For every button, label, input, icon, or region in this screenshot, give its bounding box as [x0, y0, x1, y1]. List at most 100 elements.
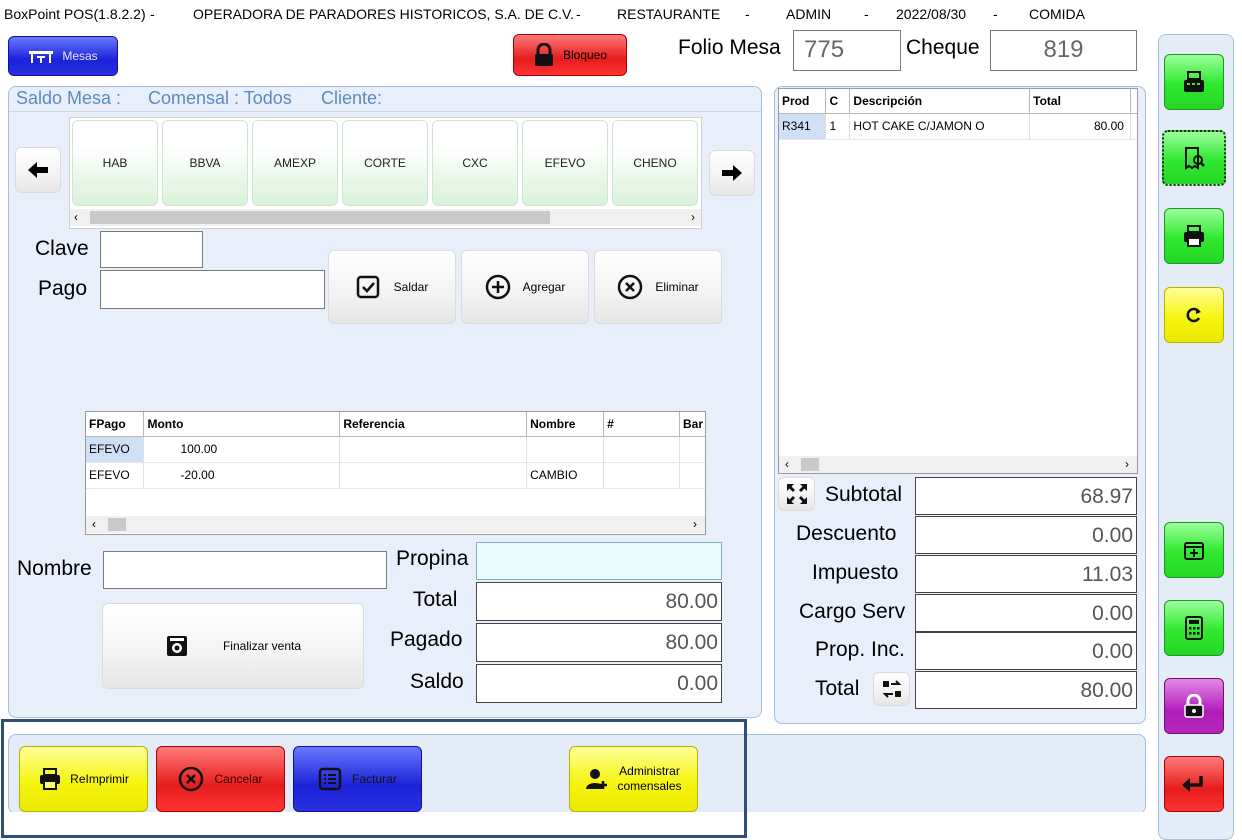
propina-input[interactable] — [476, 542, 722, 580]
table-cell[interactable] — [339, 462, 528, 489]
arrow-right-icon — [721, 164, 743, 182]
column-header[interactable]: Total — [1029, 89, 1131, 114]
column-header[interactable]: FPago — [86, 412, 145, 437]
column-header[interactable]: Prod — [779, 89, 827, 114]
order-grid: Prod C Descripción Total R341 1 HOT CAKE… — [778, 88, 1138, 474]
table-cell[interactable] — [679, 462, 705, 489]
table-cell[interactable] — [679, 436, 705, 463]
clave-input[interactable] — [100, 231, 203, 268]
column-header[interactable]: Monto — [143, 412, 341, 437]
receipt-search-button[interactable] — [1162, 130, 1226, 186]
table-cell[interactable]: 100.00 — [143, 436, 341, 463]
receipt-search-icon — [1182, 146, 1206, 170]
total-detail-button[interactable] — [873, 672, 910, 706]
table-cell[interactable] — [339, 436, 528, 463]
add-item-icon — [1183, 539, 1205, 561]
column-header[interactable]: C — [825, 89, 851, 114]
scrollbar-thumb[interactable] — [108, 518, 126, 531]
table-cell[interactable]: CAMBIO — [526, 462, 605, 489]
tables-icon — [28, 48, 54, 64]
column-header[interactable]: Descripción — [849, 89, 1031, 114]
tender-button[interactable]: BBVA — [162, 120, 248, 206]
remove-circle-icon — [617, 274, 643, 300]
table-cell[interactable]: -20.00 — [143, 462, 341, 489]
finalizar-venta-button[interactable]: Finalizar venta — [102, 603, 364, 689]
tender-scrollbar[interactable]: ‹ › — [70, 209, 701, 226]
refresh-icon — [1184, 305, 1204, 325]
tender-button[interactable]: EFEVO — [522, 120, 608, 206]
table-cell[interactable] — [526, 436, 605, 463]
tender-button[interactable]: AMEXP — [252, 120, 338, 206]
return-icon — [1181, 773, 1207, 795]
order-scrollbar[interactable]: ‹ › — [779, 456, 1137, 473]
column-header[interactable]: # — [603, 412, 680, 437]
scroll-right-icon: › — [691, 210, 695, 224]
eliminar-button[interactable]: Eliminar — [594, 250, 722, 324]
highlight-box — [1, 719, 747, 838]
grid-header-row: Prod C Descripción Total — [779, 89, 1137, 114]
calculator-icon — [1183, 616, 1205, 640]
calculator-button[interactable] — [1164, 600, 1224, 656]
cliente-label: Cliente: — [321, 88, 383, 108]
agregar-button[interactable]: Agregar — [461, 250, 589, 324]
pago-input[interactable] — [100, 270, 325, 309]
expand-button[interactable] — [778, 477, 815, 511]
scroll-left-icon: ‹ — [92, 517, 96, 531]
table-cell[interactable]: HOT CAKE C/JAMON O — [849, 113, 1031, 140]
table-cell[interactable]: EFEVO — [86, 436, 145, 463]
tender-button[interactable]: CXC — [432, 120, 518, 206]
agregar-label: Agregar — [522, 280, 566, 294]
mesas-button[interactable]: Mesas — [8, 36, 118, 76]
payments-scrollbar[interactable]: ‹ › — [86, 516, 705, 533]
table-cell[interactable]: 1 — [825, 113, 851, 140]
table-cell[interactable] — [603, 436, 680, 463]
title-separator: - — [150, 6, 155, 22]
saldar-label: Saldar — [393, 280, 429, 294]
column-header[interactable]: Referencia — [339, 412, 528, 437]
folio-field[interactable]: 775 — [793, 30, 901, 71]
cash-register-button[interactable] — [1164, 54, 1224, 110]
table-cell[interactable]: EFEVO — [86, 462, 145, 489]
title-bar: BoxPoint POS(1.8.2.2) - OPERADORA DE PAR… — [0, 0, 1242, 28]
column-header[interactable]: Bar — [679, 412, 705, 437]
impuesto-label: Impuesto — [812, 561, 899, 584]
cash-register-icon — [1182, 70, 1206, 94]
scrollbar-thumb[interactable] — [90, 211, 550, 224]
printer-icon — [1182, 224, 1206, 248]
refresh-button[interactable] — [1164, 287, 1224, 343]
nombre-input[interactable] — [103, 551, 387, 589]
tender-label: BBVA — [189, 156, 221, 170]
scrollbar-thumb[interactable] — [801, 458, 819, 471]
title-separator: - — [993, 6, 998, 22]
add-item-button[interactable] — [1164, 522, 1224, 578]
expand-icon — [785, 482, 809, 506]
table-row[interactable]: EFEVO 100.00 — [86, 436, 705, 463]
tender-scroll-right-button[interactable] — [709, 150, 755, 196]
table-cell[interactable]: R341 — [779, 113, 827, 140]
tender-button[interactable]: HAB — [72, 120, 158, 206]
scroll-left-icon: ‹ — [74, 210, 78, 224]
table-row[interactable]: EFEVO -20.00 CAMBIO — [86, 462, 705, 489]
tender-button[interactable]: CHENO — [612, 120, 698, 206]
cheque-field[interactable]: 819 — [990, 30, 1137, 71]
table-cell[interactable] — [603, 462, 680, 489]
bloqueo-button[interactable]: Bloqueo — [513, 34, 627, 76]
cheque-label: Cheque — [906, 36, 980, 59]
total-field: 80.00 — [476, 582, 722, 621]
saldar-button[interactable]: Saldar — [328, 250, 456, 324]
column-header[interactable]: Nombre — [526, 412, 605, 437]
add-circle-icon — [485, 274, 511, 300]
tender-scroll-left-button[interactable] — [15, 147, 61, 193]
pago-label: Pago — [38, 277, 88, 300]
subtotal-label: Subtotal — [825, 483, 903, 506]
return-button[interactable] — [1164, 756, 1224, 812]
shift-name: COMIDA — [1029, 6, 1085, 22]
cargo-serv-label: Cargo Serv — [799, 600, 906, 623]
lock-button[interactable] — [1164, 678, 1224, 734]
table-row[interactable]: R341 1 HOT CAKE C/JAMON O 80.00 — [779, 113, 1137, 140]
table-cell[interactable]: 80.00 — [1029, 113, 1131, 140]
print-button[interactable] — [1164, 208, 1224, 264]
table-cell — [1130, 113, 1137, 140]
tender-button[interactable]: CORTE — [342, 120, 428, 206]
grand-total-label: Total — [815, 677, 860, 700]
